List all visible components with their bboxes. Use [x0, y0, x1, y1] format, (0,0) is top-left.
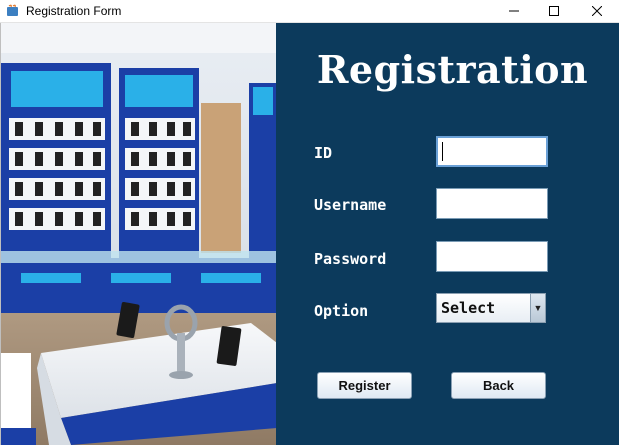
id-label: ID: [314, 144, 333, 162]
username-input[interactable]: [436, 188, 548, 219]
password-label: Password: [314, 250, 387, 268]
option-label: Option: [314, 302, 369, 320]
register-button[interactable]: Register: [317, 372, 412, 399]
title-bar: Registration Form: [0, 0, 619, 23]
close-icon: [592, 6, 602, 16]
option-selected-value: Select: [441, 299, 496, 317]
option-dropdown[interactable]: Select ▼: [436, 293, 546, 323]
minimize-icon: [509, 10, 519, 12]
id-input[interactable]: [436, 136, 548, 167]
username-label: Username: [314, 196, 387, 214]
java-app-icon: [7, 4, 18, 16]
back-button[interactable]: Back: [451, 372, 546, 399]
store-photo: [0, 23, 277, 445]
chevron-down-icon[interactable]: ▼: [530, 294, 545, 322]
maximize-button[interactable]: [532, 0, 576, 22]
registration-form-panel: Registration ID Username Password Option…: [276, 23, 619, 445]
window-title: Registration Form: [26, 4, 122, 18]
maximize-icon: [549, 6, 559, 16]
text-caret: [442, 142, 443, 161]
password-input[interactable]: [436, 241, 548, 272]
close-button[interactable]: [575, 0, 619, 22]
minimize-button[interactable]: [492, 0, 536, 22]
form-heading: Registration: [316, 47, 589, 92]
